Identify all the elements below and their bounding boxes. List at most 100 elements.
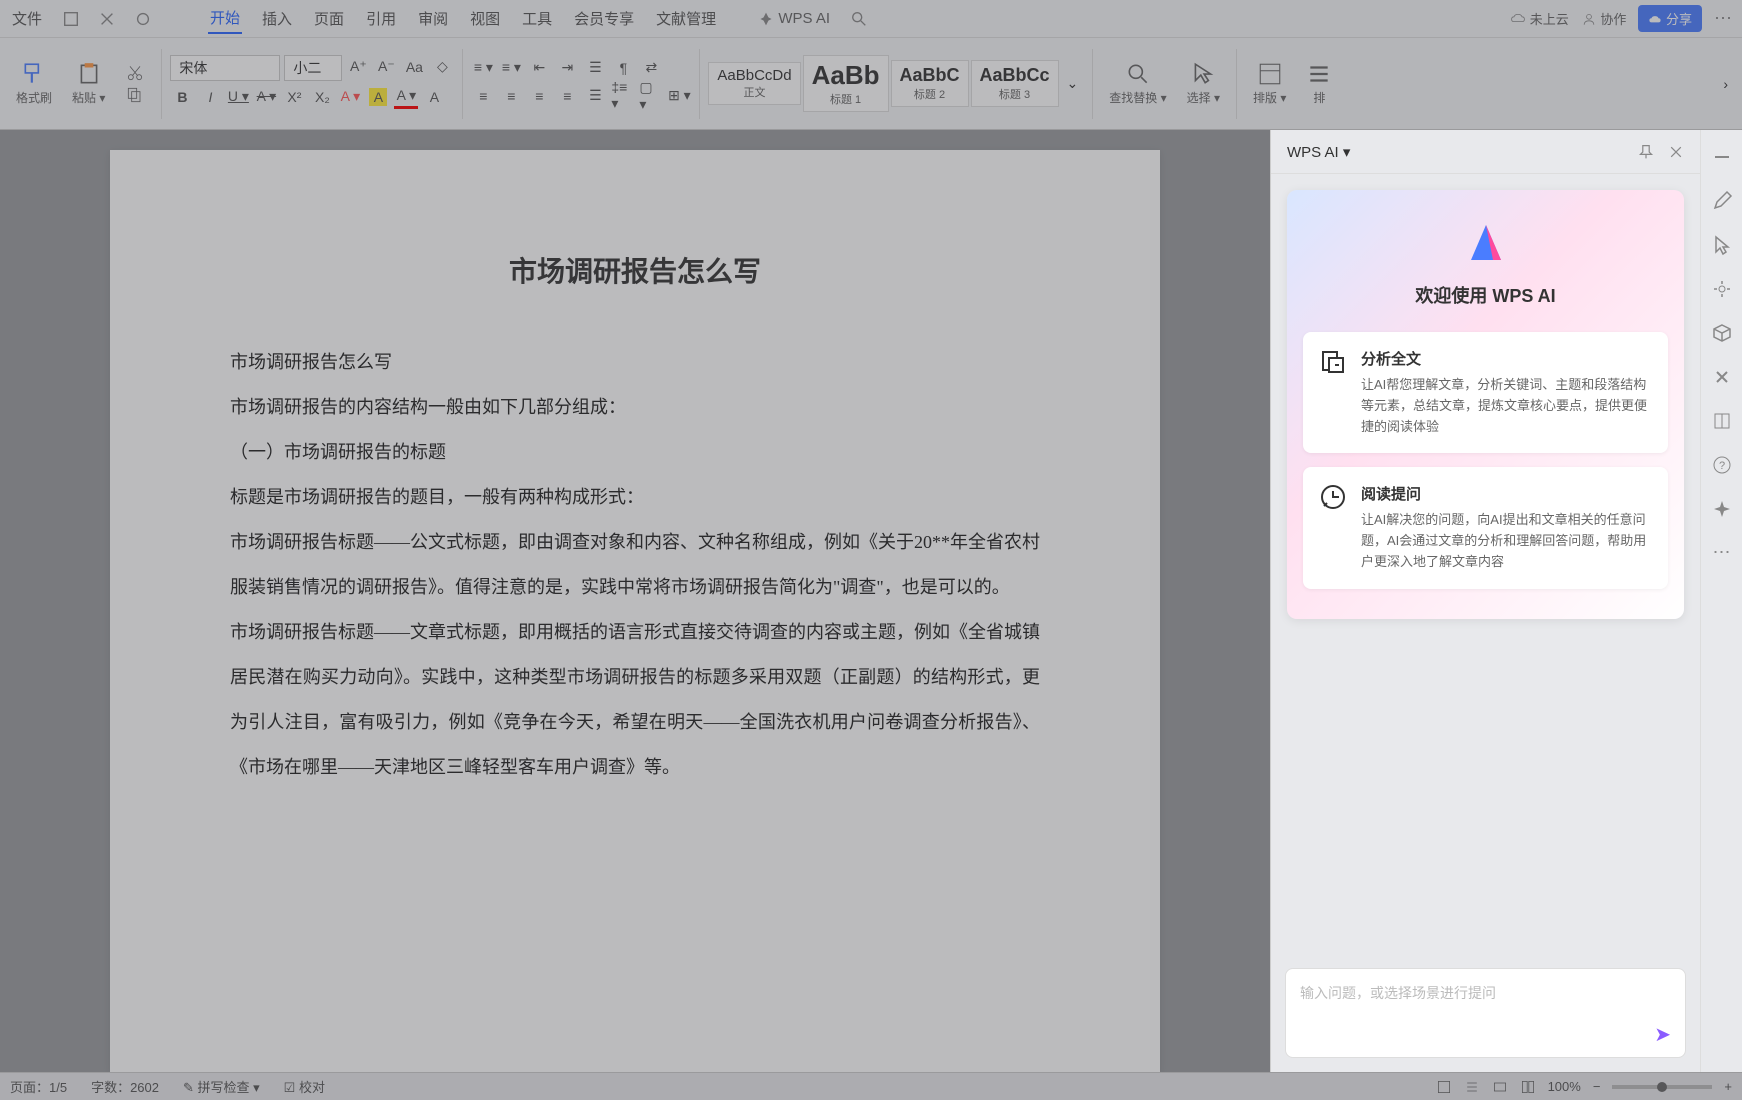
copy-icon[interactable] [125,85,145,105]
select-cursor-icon[interactable] [1190,61,1216,87]
style-scroll[interactable]: ⌄ [1061,75,1085,92]
text-effect-icon[interactable]: A ▾ [338,85,362,109]
increase-font-icon[interactable]: A⁺ [346,55,370,79]
more-side-icon[interactable]: ⋯ [1713,542,1731,563]
bold-icon[interactable]: B [170,85,194,109]
italic-icon[interactable]: I [198,85,222,109]
find-icon[interactable] [1125,61,1151,87]
cube-icon[interactable] [1711,322,1733,344]
change-case-icon[interactable]: Aa [402,55,426,79]
pencil-icon[interactable] [1711,190,1733,212]
zoom-out-icon[interactable]: − [1593,1079,1601,1094]
quick-icon-3[interactable] [134,10,152,28]
font-name-select[interactable]: 宋体 [170,55,280,81]
font-size-select[interactable]: 小二 [284,55,342,81]
send-icon[interactable]: ➤ [1654,1022,1671,1047]
underline-icon[interactable]: U ▾ [226,85,250,109]
doc-para-5: 市场调研报告标题——公文式标题，即由调查对象和内容、文种名称组成，例如《关于20… [230,520,1040,610]
menu-file[interactable]: 文件 [10,4,44,33]
phonetic-icon[interactable]: A [422,85,446,109]
more-icon[interactable]: ⋯ [1714,8,1732,29]
view-outline-icon[interactable] [1464,1079,1480,1095]
quick-icon-1[interactable] [62,10,80,28]
status-page[interactable]: 页面：1/5 [10,1077,67,1096]
tab-tools[interactable]: 工具 [520,4,554,33]
align-right-icon[interactable]: ≡ [527,84,551,108]
book-icon[interactable] [1711,410,1733,432]
layout2-icon[interactable] [1306,61,1332,87]
status-words[interactable]: 字数：2602 [91,1077,159,1096]
format-painter-icon[interactable] [21,61,47,87]
font-color-icon[interactable]: A ▾ [394,85,418,109]
not-cloud[interactable]: 未上云 [1510,9,1569,29]
paste-icon[interactable] [76,61,102,87]
layout2-label: 排 [1313,89,1325,106]
view-read-icon[interactable] [1520,1079,1536,1095]
decrease-indent-icon[interactable]: ⇤ [527,56,551,80]
tab-insert[interactable]: 插入 [260,4,294,33]
highlight-icon[interactable]: A [369,88,387,106]
tab-icon[interactable]: ⇄ [639,56,663,80]
help-icon[interactable]: ? [1711,454,1733,476]
menu-right: 未上云 协作 分享 ⋯ [1510,5,1732,32]
quick-icon-2[interactable] [98,10,116,28]
zoom-in-icon[interactable]: + [1724,1079,1732,1094]
shading-icon[interactable]: ▢ ▾ [639,84,663,108]
ai-input-area: 输入问题，或选择场景进行提问 ➤ [1271,954,1700,1072]
view-layout-icon[interactable] [1436,1079,1452,1095]
borders-icon[interactable]: ⊞ ▾ [667,84,691,108]
increase-indent-icon[interactable]: ⇥ [555,56,579,80]
ai-option-question[interactable]: 阅读提问 让AI解决您的问题，向AI提出和文章相关的任意问题，AI会通过文章的分… [1303,467,1668,588]
status-zoom[interactable]: 100% [1548,1079,1581,1094]
superscript-icon[interactable]: X² [282,85,306,109]
share-button[interactable]: 分享 [1638,5,1702,32]
decrease-font-icon[interactable]: A⁻ [374,55,398,79]
tab-member[interactable]: 会员专享 [572,4,636,33]
style-heading1[interactable]: AaBb 标题 1 [803,55,889,112]
layout-icon[interactable] [1257,61,1283,87]
line-spacing-icon[interactable]: ‡≡ ▾ [611,84,635,108]
doc-para-3: （一）市场调研报告的标题 [230,430,1040,475]
subscript-icon[interactable]: X₂ [310,85,334,109]
bullets-icon[interactable]: ≡ ▾ [471,56,495,80]
cursor-icon[interactable] [1711,234,1733,256]
cut-icon[interactable] [125,63,145,83]
settings-icon[interactable] [1711,278,1733,300]
tab-page[interactable]: 页面 [312,4,346,33]
tools-icon[interactable] [1711,366,1733,388]
tab-citation[interactable]: 文献管理 [654,4,718,33]
strikethrough-icon[interactable]: A ▾ [254,85,278,109]
wps-ai-menu[interactable]: WPS AI [756,6,832,31]
numbering-icon[interactable]: ≡ ▾ [499,56,523,80]
status-spellcheck[interactable]: ✎ 拼写检查 ▾ [183,1077,260,1096]
view-web-icon[interactable] [1492,1079,1508,1095]
tab-reference[interactable]: 引用 [364,4,398,33]
tab-view[interactable]: 视图 [468,4,502,33]
justify-icon[interactable]: ≡ [555,84,579,108]
pin-icon[interactable] [1638,144,1654,160]
distribute-icon[interactable]: ☰ [583,84,607,108]
ai-sparkle-icon[interactable] [1711,498,1733,520]
collab[interactable]: 协作 [1581,9,1627,29]
ai-option-question-title: 阅读提问 [1361,483,1652,504]
sort-icon[interactable]: ☰ [583,56,607,80]
tab-review[interactable]: 审阅 [416,4,450,33]
style-heading3[interactable]: AaBbCc 标题 3 [971,60,1059,107]
tab-start[interactable]: 开始 [208,3,242,34]
align-left-icon[interactable]: ≡ [471,84,495,108]
align-center-icon[interactable]: ≡ [499,84,523,108]
zoom-slider[interactable] [1612,1085,1712,1089]
ai-option-analyze[interactable]: 分析全文 让AI帮您理解文章，分析关键词、主题和段落结构等元素，总结文章，提炼文… [1303,332,1668,453]
ai-input[interactable]: 输入问题，或选择场景进行提问 ➤ [1285,968,1686,1058]
clear-format-icon[interactable]: ◇ [430,55,454,79]
style-normal[interactable]: AaBbCcDd 正文 [708,62,800,105]
show-marks-icon[interactable]: ¶ [611,56,635,80]
doc-title: 市场调研报告怎么写 [230,250,1040,290]
search-icon[interactable] [850,10,868,28]
minimize-icon[interactable] [1711,146,1733,168]
status-proofread[interactable]: ☑ 校对 [284,1077,325,1096]
ribbon-expand-icon[interactable]: › [1723,76,1734,92]
style-heading2[interactable]: AaBbC 标题 2 [891,60,969,107]
close-icon[interactable] [1668,144,1684,160]
document-area[interactable]: 市场调研报告怎么写 市场调研报告怎么写 市场调研报告的内容结构一般由如下几部分组… [0,130,1270,1072]
